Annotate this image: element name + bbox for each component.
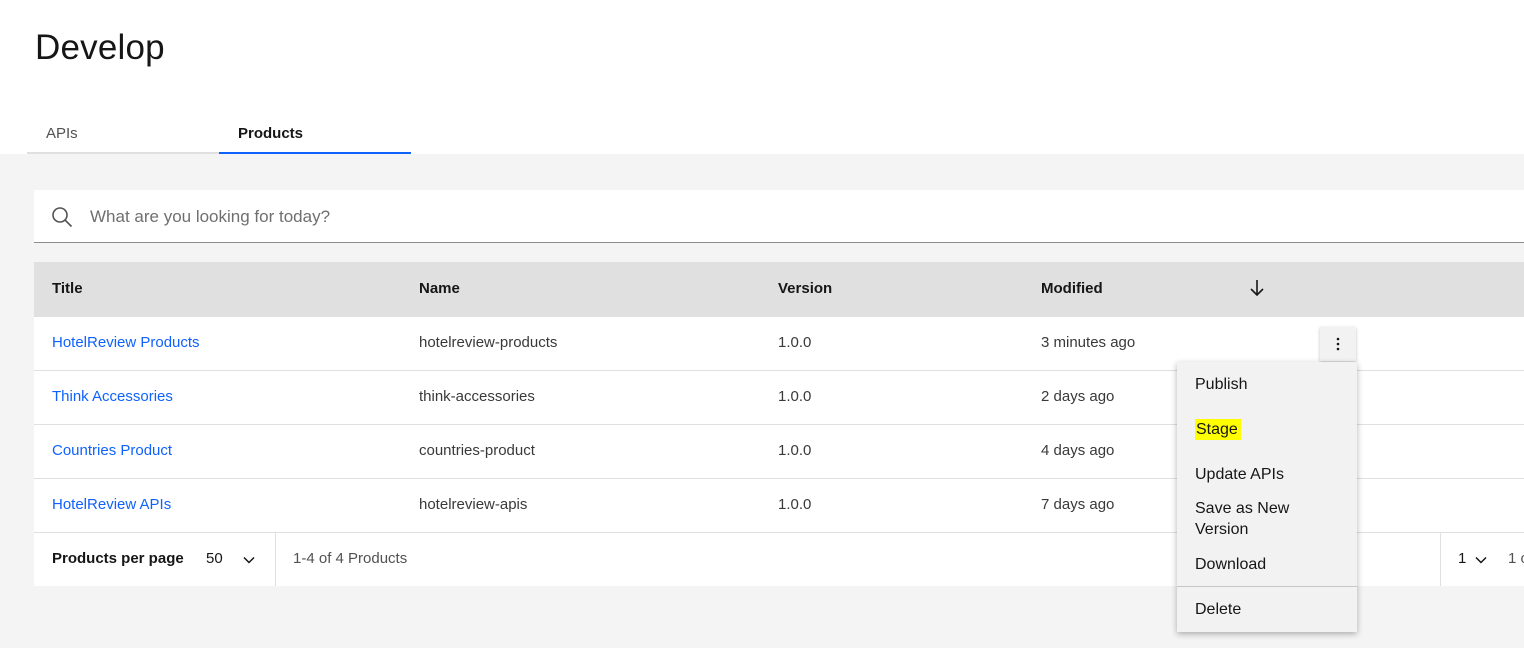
page-title: Develop	[35, 28, 165, 67]
page: Develop APIs Products Title Name Version…	[0, 0, 1524, 648]
product-name: hotelreview-products	[419, 334, 558, 351]
menu-item-stage[interactable]: Stage	[1195, 419, 1241, 440]
product-title-link[interactable]: HotelReview APIs	[52, 496, 171, 513]
product-name: hotelreview-apis	[419, 496, 528, 513]
divider	[275, 533, 276, 586]
menu-item-delete[interactable]: Delete	[1195, 599, 1241, 620]
menu-divider	[1177, 586, 1357, 587]
overflow-menu: Publish Stage Update APIs Save as New Ve…	[1177, 362, 1357, 632]
column-header-name[interactable]: Name	[419, 280, 460, 297]
page-of-text: 1 of 1 page	[1508, 550, 1524, 567]
menu-item-save-as-new-version[interactable]: Save as New Version	[1195, 498, 1315, 540]
product-version: 1.0.0	[778, 442, 812, 459]
search-bar	[34, 190, 1524, 244]
product-name: think-accessories	[419, 388, 535, 405]
column-header-title[interactable]: Title	[52, 280, 83, 297]
menu-item-download[interactable]: Download	[1195, 554, 1266, 575]
product-modified: 7 days ago	[1041, 496, 1115, 513]
search-icon	[52, 207, 73, 228]
items-range-text: 1-4 of 4 Products	[293, 550, 408, 567]
product-title-link[interactable]: Think Accessories	[52, 388, 173, 405]
chevron-down-icon[interactable]	[242, 553, 256, 567]
tab-products[interactable]: Products	[219, 112, 411, 154]
items-per-page-label: Products per page	[52, 550, 184, 567]
items-per-page-select[interactable]: 50	[206, 550, 223, 567]
tab-list: APIs Products	[27, 112, 411, 154]
tab-apis[interactable]: APIs	[27, 112, 219, 154]
overflow-menu-button[interactable]	[1320, 327, 1356, 361]
page-select[interactable]: 1	[1458, 550, 1466, 567]
product-version: 1.0.0	[778, 496, 812, 513]
table-header: Title Name Version Modified	[34, 262, 1524, 316]
column-header-modified[interactable]: Modified	[1041, 280, 1103, 297]
product-modified: 2 days ago	[1041, 388, 1115, 405]
product-version: 1.0.0	[778, 334, 812, 351]
column-header-version[interactable]: Version	[778, 280, 832, 297]
overflow-menu-icon	[1336, 337, 1340, 351]
product-title-link[interactable]: HotelReview Products	[52, 334, 200, 351]
search-input[interactable]	[88, 190, 1492, 244]
product-title-link[interactable]: Countries Product	[52, 442, 172, 459]
arrow-down-icon[interactable]	[1247, 278, 1267, 298]
product-version: 1.0.0	[778, 388, 812, 405]
product-modified: 3 minutes ago	[1041, 334, 1136, 351]
product-modified: 4 days ago	[1041, 442, 1115, 459]
menu-item-publish[interactable]: Publish	[1195, 374, 1247, 395]
menu-item-update-apis[interactable]: Update APIs	[1195, 464, 1284, 485]
product-name: countries-product	[419, 442, 535, 459]
divider	[1440, 533, 1441, 586]
chevron-down-icon[interactable]	[1474, 553, 1488, 567]
